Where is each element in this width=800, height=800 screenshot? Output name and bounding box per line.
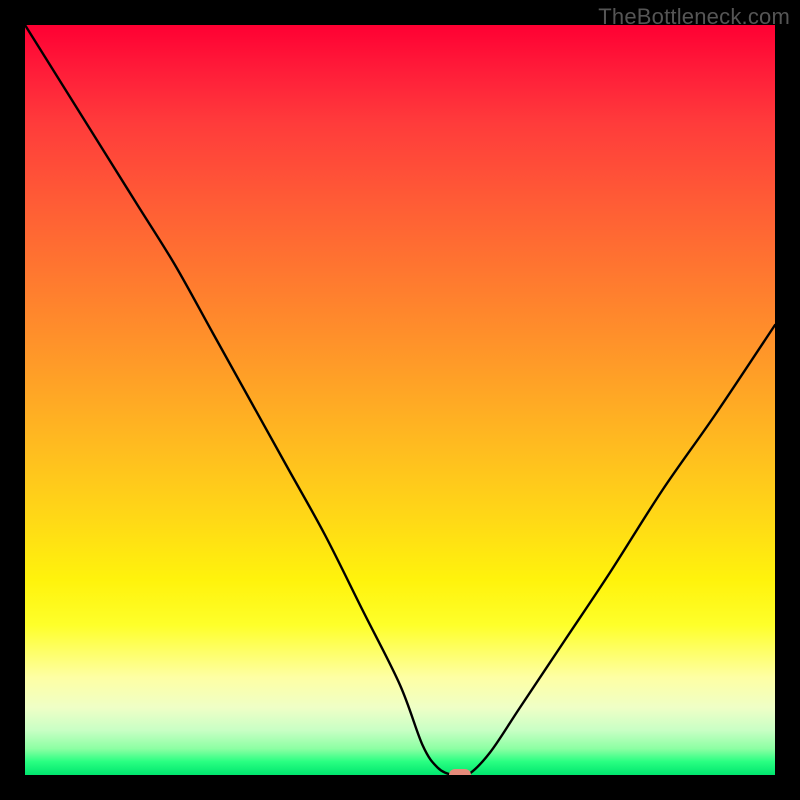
watermark-text: TheBottleneck.com xyxy=(598,4,790,30)
curve-path xyxy=(25,25,775,775)
bottleneck-curve xyxy=(25,25,775,775)
optimal-marker xyxy=(449,769,471,775)
plot-area xyxy=(25,25,775,775)
chart-frame: TheBottleneck.com xyxy=(0,0,800,800)
